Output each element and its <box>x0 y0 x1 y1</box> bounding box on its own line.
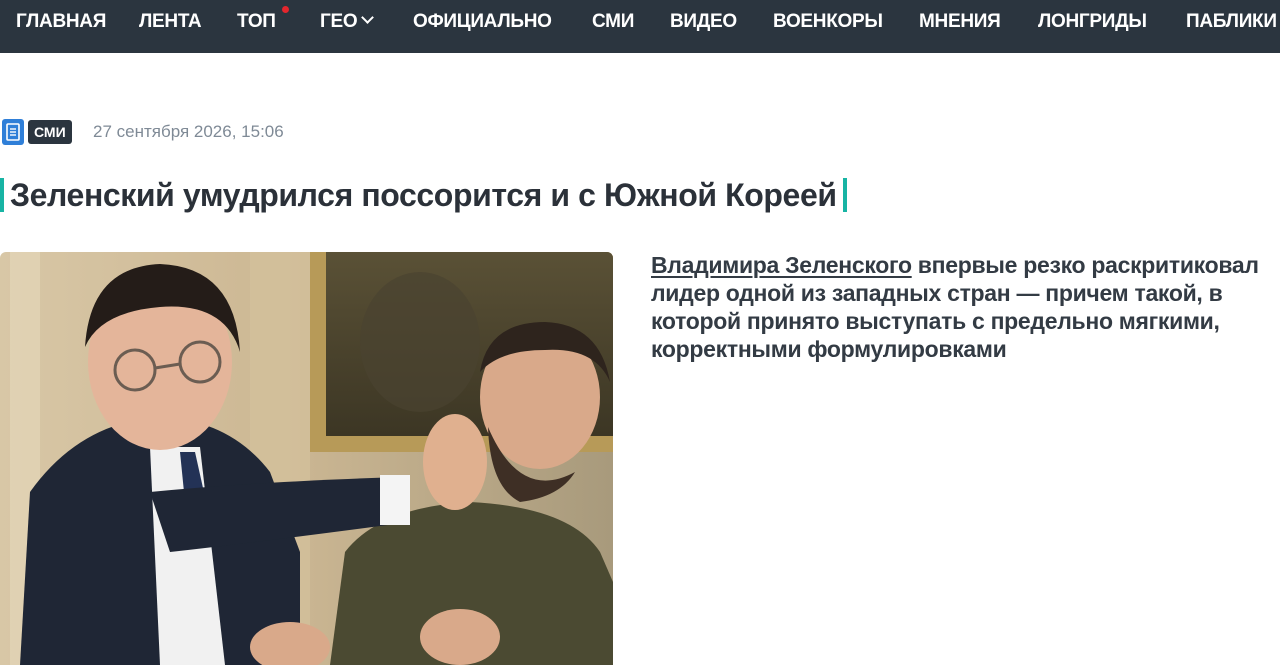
article-title: Зеленский умудрился поссорится и с Южной… <box>0 170 847 214</box>
nav-item-longreads[interactable]: ЛОНГРИДЫ <box>1038 0 1147 44</box>
nav-item-geo[interactable]: ГЕО <box>320 0 375 44</box>
title-text: Зеленский умудрился поссорится и с Южной… <box>10 176 837 213</box>
nav-item-media[interactable]: СМИ <box>592 0 634 44</box>
publish-date: 27 сентября 2026, 15:06 <box>93 122 284 141</box>
nav-item-main[interactable]: ГЛАВНАЯ <box>16 0 106 44</box>
nav-item-war-correspondents[interactable]: ВОЕНКОРЫ <box>773 0 883 44</box>
top-navigation: ГЛАВНАЯ ЛЕНТА ТОП ГЕО ОФИЦИАЛЬНО СМИ ВИД… <box>0 0 1280 53</box>
lead-person-link[interactable]: Владимира Зеленского <box>651 252 912 278</box>
title-accent-right <box>842 177 847 212</box>
nav-item-geo-label: ГЕО <box>320 11 358 32</box>
nav-item-publics[interactable]: ПАБЛИКИ <box>1186 0 1277 44</box>
nav-item-video[interactable]: ВИДЕО <box>670 0 737 44</box>
title-accent-left <box>0 177 4 212</box>
document-icon <box>2 119 24 145</box>
nav-item-feed[interactable]: ЛЕНТА <box>139 0 202 44</box>
nav-item-top-label: ТОП <box>237 11 276 32</box>
article-lead: Владимира Зеленского впервые резко раскр… <box>651 251 1276 363</box>
article-photo[interactable] <box>0 252 613 665</box>
chevron-down-icon <box>361 11 375 24</box>
nav-item-official[interactable]: ОФИЦИАЛЬНО <box>413 0 552 44</box>
nav-item-opinions[interactable]: МНЕНИЯ <box>919 0 1001 44</box>
nav-item-top[interactable]: ТОП <box>237 0 289 44</box>
source-badge[interactable]: СМИ <box>28 120 72 144</box>
notification-dot-icon <box>282 6 289 13</box>
